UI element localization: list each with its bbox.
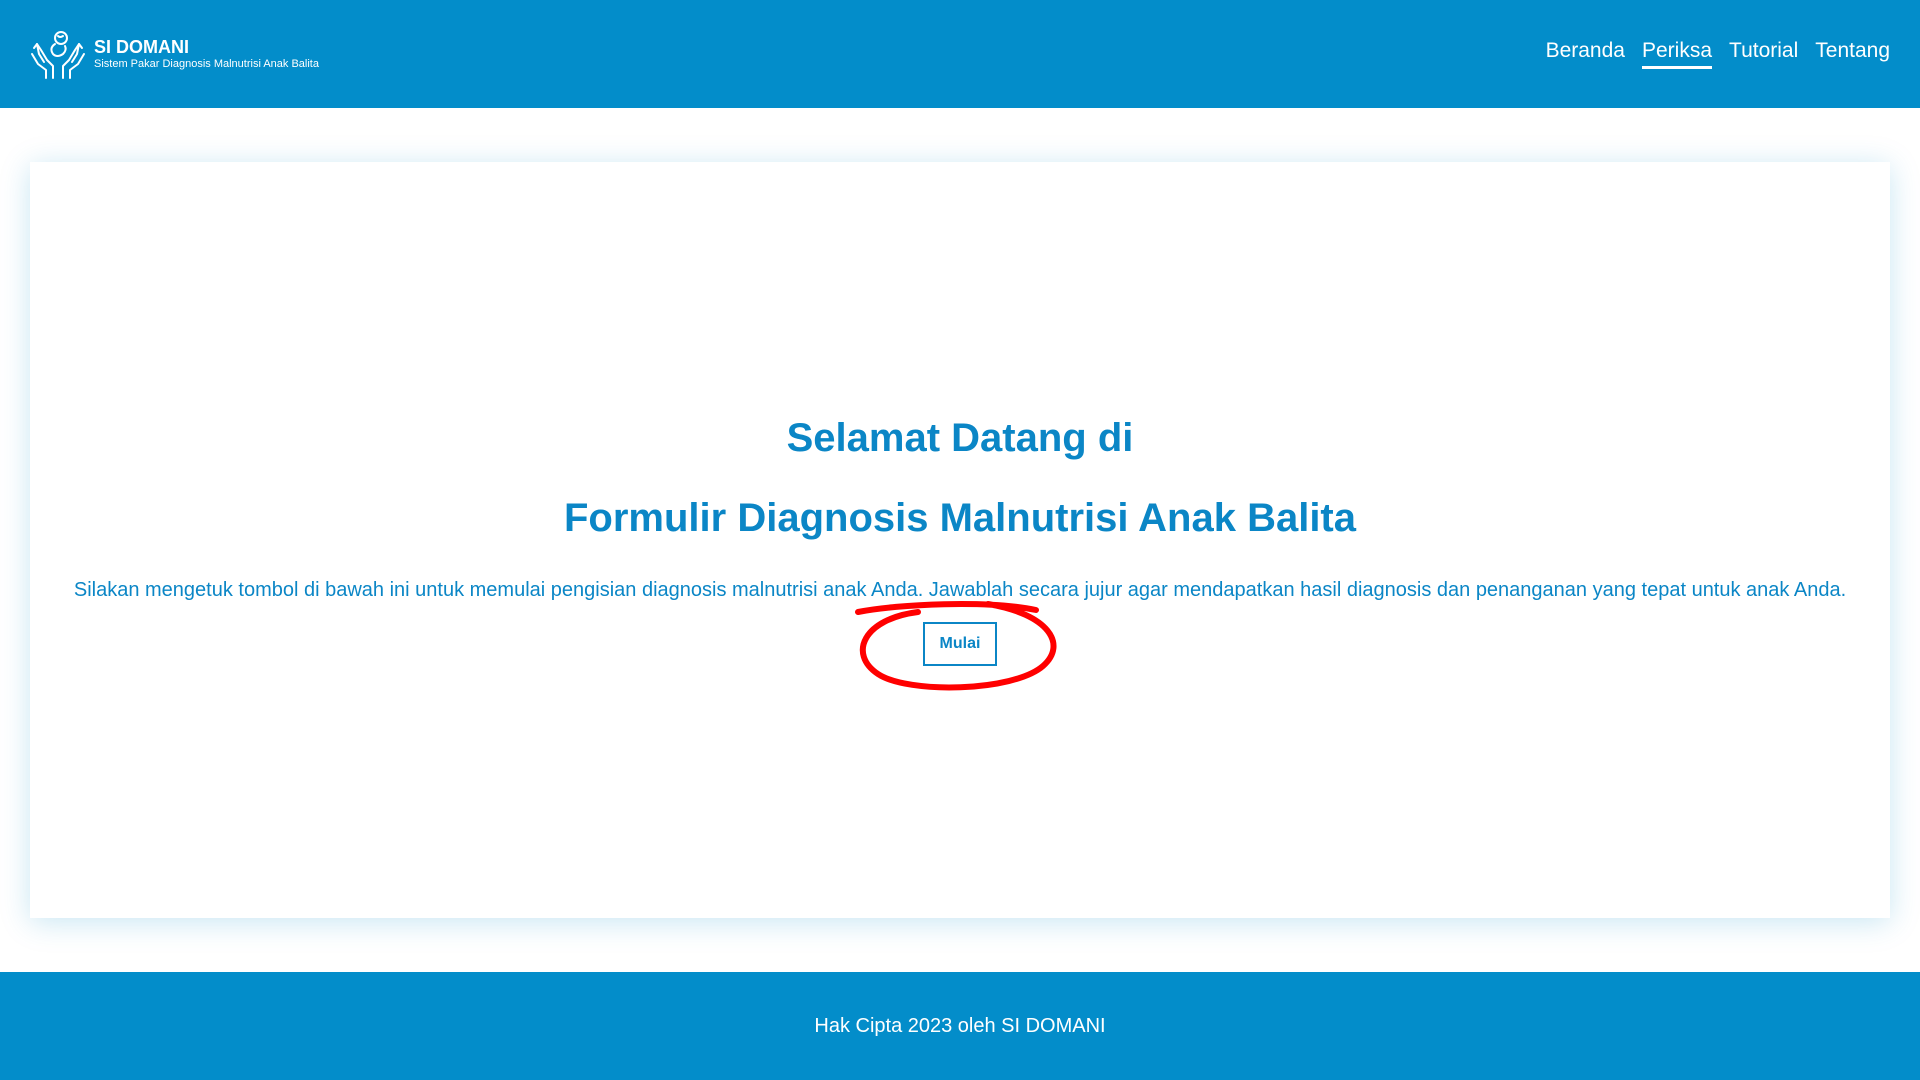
start-button-wrapper: Mulai [854, 601, 1056, 691]
brand-text: SI DOMANI Sistem Pakar Diagnosis Malnutr… [94, 37, 319, 71]
welcome-card: Selamat Datang di Formulir Diagnosis Mal… [30, 162, 1890, 918]
navbar: SI DOMANI Sistem Pakar Diagnosis Malnutr… [0, 0, 1920, 108]
welcome-title: Selamat Datang di [786, 416, 1134, 460]
brand-subtitle: Sistem Pakar Diagnosis Malnutrisi Anak B… [94, 58, 319, 70]
main-nav: Beranda Periksa Tutorial Tentang [1546, 39, 1890, 69]
brand[interactable]: SI DOMANI Sistem Pakar Diagnosis Malnutr… [30, 26, 319, 82]
nav-item-tentang[interactable]: Tentang [1815, 39, 1890, 69]
nav-item-tutorial[interactable]: Tutorial [1729, 39, 1798, 69]
form-title: Formulir Diagnosis Malnutrisi Anak Balit… [564, 496, 1356, 540]
copyright-text: Hak Cipta 2023 oleh SI DOMANI [814, 1014, 1106, 1037]
instruction-text: Silakan mengetuk tombol di bawah ini unt… [73, 579, 1847, 601]
brand-title: SI DOMANI [94, 37, 190, 57]
nav-item-beranda[interactable]: Beranda [1546, 39, 1625, 69]
start-button[interactable]: Mulai [922, 622, 998, 666]
hands-holding-baby-icon [31, 31, 85, 79]
nav-item-periksa[interactable]: Periksa [1641, 39, 1713, 69]
footer: Hak Cipta 2023 oleh SI DOMANI [0, 972, 1920, 1080]
